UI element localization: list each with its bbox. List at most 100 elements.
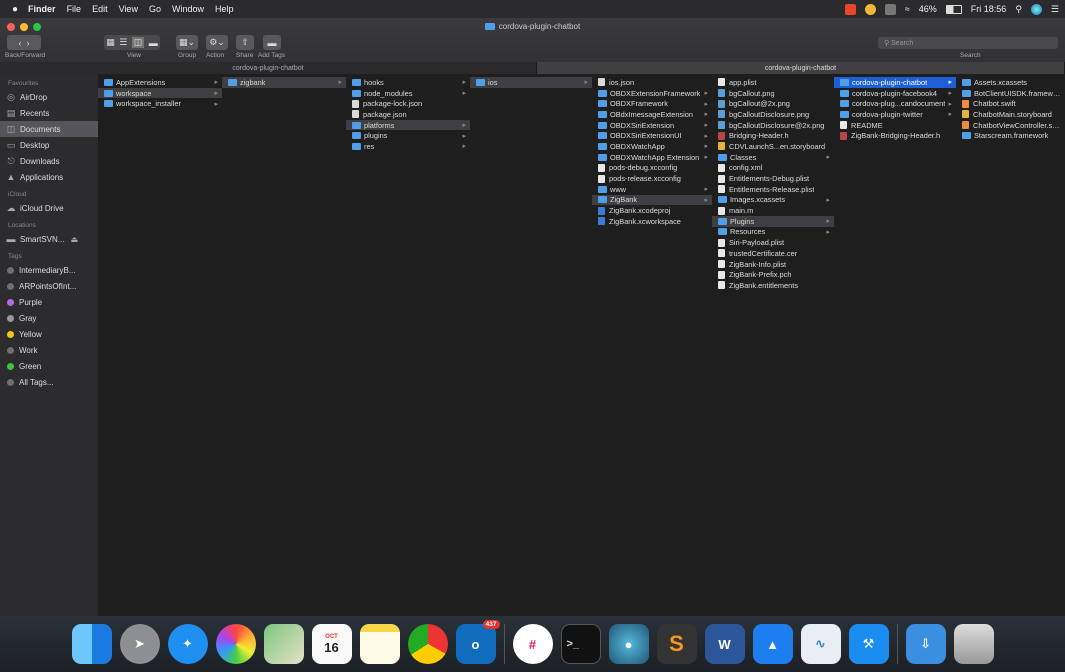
file-row[interactable]: OBDXWatchApp Extension ▸	[592, 152, 712, 163]
browser-column[interactable]: ios ▸	[470, 74, 593, 616]
file-row[interactable]: plugins ▸	[346, 130, 470, 141]
sidebar-item-desktop[interactable]: ▭ Desktop	[0, 137, 98, 153]
file-row[interactable]: ios ▸	[470, 77, 592, 88]
file-row[interactable]: bgCalloutDisclosure@2x.png	[712, 120, 834, 131]
file-row[interactable]: Classes ▸	[712, 152, 834, 163]
sidebar-item-documents[interactable]: ◫ Documents	[0, 121, 98, 137]
file-row[interactable]: OBDXFramework ▸	[592, 98, 712, 109]
file-row[interactable]: ZigBank-Bridging-Header.h	[834, 130, 956, 141]
siri-icon[interactable]	[1030, 3, 1042, 15]
file-row[interactable]: hooks ▸	[346, 77, 470, 88]
sidebar-item-downloads[interactable]: ⎋ Downloads	[0, 153, 98, 169]
file-row[interactable]: ios.json	[592, 77, 712, 88]
battery-icon[interactable]	[945, 4, 962, 14]
file-row[interactable]: Entitlements-Debug.plist	[712, 173, 834, 184]
file-row[interactable]: Starscream.framework	[956, 130, 1065, 141]
clock[interactable]: Fri 18:56	[971, 4, 1007, 14]
tab-2[interactable]: cordova-plugin-chatbot	[536, 62, 1065, 74]
browser-column[interactable]: AppExtensions ▸ workspace ▸ workspace_instal…	[98, 74, 223, 616]
file-row[interactable]: Resources ▸	[712, 227, 834, 238]
file-row[interactable]: bgCallout@2x.png	[712, 98, 834, 109]
browser-column[interactable]: cordova-plugin-chatbot ▸ cordova-plugin-fa…	[834, 74, 957, 616]
view-segmented-control[interactable]: ▦ ☰ ◫ ▬	[104, 35, 160, 50]
sidebar-item-recents[interactable]: ▤ Recents	[0, 105, 98, 121]
icon-view-icon[interactable]: ▦	[106, 37, 115, 48]
file-row[interactable]: cordova-plugin-twitter ▸	[834, 109, 956, 120]
notification-center-icon[interactable]: ☰	[1051, 4, 1059, 15]
add-tags-button[interactable]: ▬	[263, 35, 281, 50]
sidebar-tag-item[interactable]: ARPointsOfInt...	[0, 278, 98, 294]
sidebar-tag-item[interactable]: Green	[0, 358, 98, 374]
file-row[interactable]: ZigBank.xcworkspace	[592, 216, 712, 227]
file-row[interactable]: workspace ▸	[98, 87, 222, 99]
sidebar-tag-item[interactable]: Gray	[0, 310, 98, 326]
file-row[interactable]: cordova-plugin-chatbot ▸	[834, 77, 956, 88]
word-dock-icon[interactable]: W	[704, 624, 745, 664]
file-row[interactable]: cordova-plugin-facebook4 ▸	[834, 88, 956, 99]
file-row[interactable]: CDVLaunchS...en.storyboard	[712, 141, 834, 152]
file-row[interactable]: OBDXSiriExtensionUI ▸	[592, 130, 712, 141]
file-row[interactable]: ChatbotMain.storyboard	[956, 109, 1065, 120]
column-view-icon[interactable]: ◫	[131, 37, 145, 48]
sublime-dock-icon[interactable]: S	[656, 624, 697, 664]
file-row[interactable]: ZigBank.entitlements	[712, 280, 834, 291]
file-row[interactable]: OBDXWatchApp ▸	[592, 141, 712, 152]
sidebar-item-icloud-drive[interactable]: ☁ iCloud Drive	[0, 200, 98, 216]
gallery-view-icon[interactable]: ▬	[149, 38, 158, 48]
file-row[interactable]: Plugins ▸	[712, 215, 834, 227]
xcode-dock-icon[interactable]: ⚒	[848, 624, 889, 664]
file-row[interactable]: README	[834, 120, 956, 131]
menu-view[interactable]: View	[119, 4, 138, 14]
file-row[interactable]: cordova-plug...candocument ▸	[834, 98, 956, 109]
xcode-toolbox-dock-icon[interactable]: ▲	[752, 624, 793, 664]
file-row[interactable]: Siri-Payload.plist	[712, 237, 834, 248]
file-row[interactable]: ZigBank-Prefix.pch	[712, 269, 834, 280]
finder-dock-icon[interactable]	[71, 624, 112, 664]
file-row[interactable]: Chatbot.swift	[956, 98, 1065, 109]
downloads-stack-dock-icon[interactable]: ⇩	[905, 624, 946, 664]
menu-help[interactable]: Help	[215, 4, 234, 14]
file-row[interactable]: pods-release.xcconfig	[592, 173, 712, 184]
file-row[interactable]: ChatbotViewController.swift	[956, 120, 1065, 131]
file-row[interactable]: AppExtensions ▸	[98, 77, 222, 88]
sidebar-tag-item[interactable]: Purple	[0, 294, 98, 310]
file-row[interactable]: ZigBank.xcodeproj	[592, 205, 712, 216]
file-row[interactable]: config.xml	[712, 163, 834, 174]
file-row[interactable]: OBDXSiriExtension ▸	[592, 120, 712, 131]
file-row[interactable]: bgCalloutDisclosure.png	[712, 109, 834, 120]
slack-dock-icon[interactable]: #	[512, 624, 553, 664]
outlook-dock-icon[interactable]: o 437	[455, 620, 500, 664]
wifi-icon[interactable]: ≈	[905, 4, 910, 14]
sidebar-tag-item[interactable]: Work	[0, 342, 98, 358]
group-button[interactable]: ▦⌄	[176, 35, 198, 50]
file-row[interactable]: package-lock.json	[346, 98, 470, 109]
trash-dock-icon[interactable]	[953, 624, 994, 664]
file-row[interactable]: www ▸	[592, 184, 712, 195]
search-field[interactable]: ⚲ Search	[878, 37, 1058, 49]
menu-go[interactable]: Go	[149, 4, 161, 14]
safari-dock-icon[interactable]: ✦	[167, 624, 208, 664]
browser-column[interactable]: hooks ▸ node_modules ▸ package-lock.json pack…	[346, 74, 471, 616]
file-row[interactable]: OBDXExtensionFramework ▸	[592, 88, 712, 99]
sidebar-tag-item[interactable]: All Tags...	[0, 374, 98, 390]
browser-column[interactable]: app.plist bgCallout.png bgCallout@2x.png bg…	[712, 74, 835, 616]
file-row[interactable]: zigbank ▸	[222, 77, 346, 88]
file-row[interactable]: ZigBank-Info.plist	[712, 259, 834, 270]
file-row[interactable]: res ▸	[346, 141, 470, 152]
sidebar-item-applications[interactable]: ▲ Applications	[0, 169, 98, 185]
list-view-icon[interactable]: ☰	[119, 37, 127, 48]
vpn-dock-icon[interactable]: ●	[608, 624, 649, 664]
spotlight-icon[interactable]: ⚲	[1015, 4, 1022, 15]
file-row[interactable]: main.m	[712, 205, 834, 216]
menu-finder[interactable]: Finder	[28, 4, 56, 14]
action-button[interactable]: ⚙⌄	[206, 35, 228, 50]
sidebar-item-airdrop[interactable]: ◎ AirDrop	[0, 89, 98, 105]
status-user-icon[interactable]	[864, 3, 876, 15]
maps-dock-icon[interactable]	[263, 624, 304, 664]
file-row[interactable]: platforms ▸	[346, 119, 470, 131]
terminal-dock-icon[interactable]: >_	[560, 624, 601, 664]
menu-window[interactable]: Window	[172, 4, 204, 14]
file-row[interactable]: OBdxImessageExtension ▸	[592, 109, 712, 120]
status-menu-icon[interactable]	[884, 3, 896, 15]
status-app-icon[interactable]	[844, 3, 856, 15]
